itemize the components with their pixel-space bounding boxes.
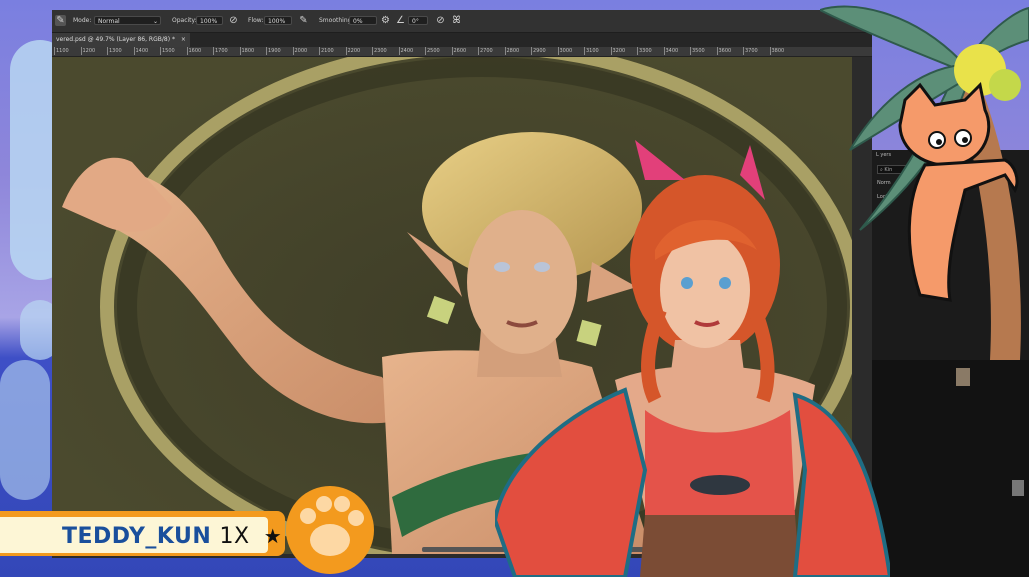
ruler-tick-label: 3500 <box>690 47 705 55</box>
options-bar: ✎ Mode: Normal ⌄ Opacity: 100% ⊘ Flow: 1… <box>52 10 872 33</box>
ruler-tick-label: 1300 <box>107 47 122 55</box>
ruler-tick-label: 3600 <box>716 47 732 55</box>
ruler-tick-label: 2200 <box>345 47 361 55</box>
vtuber-avatar-overlay <box>495 140 890 577</box>
ruler-tick-label: 3400 <box>663 47 679 55</box>
pressure-opacity-icon[interactable]: ⊘ <box>228 15 239 26</box>
alert-username: TEDDY_KUN <box>62 524 212 549</box>
layer-thumbnail[interactable] <box>1012 480 1024 496</box>
angle-value: 0° <box>412 18 419 25</box>
flow-field[interactable]: 100% <box>264 16 292 25</box>
close-icon[interactable]: × <box>181 36 186 43</box>
ruler-tick-label: 3700 <box>743 47 758 55</box>
ruler-tick-label: 1900 <box>266 47 281 55</box>
layers-list[interactable] <box>872 360 1029 577</box>
ruler-tick-label: 3200 <box>610 47 626 55</box>
smoothing-gear-icon[interactable]: ⚙ <box>380 15 391 26</box>
flow-label: Flow: <box>248 17 264 24</box>
smoothing-value: 0% <box>353 18 363 25</box>
ruler-tick-label: 3800 <box>769 47 785 55</box>
ruler-tick-label: 1400 <box>133 47 149 55</box>
cat-mascot-overlay <box>898 81 1019 302</box>
opacity-field[interactable]: 100% <box>196 16 223 25</box>
alert-text: TEDDY_KUN 1X ★ <box>62 521 282 551</box>
ruler-tick-label: 2000 <box>292 47 308 55</box>
paw-icon <box>286 486 374 574</box>
mode-select[interactable]: Normal ⌄ <box>94 16 161 25</box>
ruler-tick-label: 2700 <box>478 47 493 55</box>
airbrush-icon[interactable]: ✎ <box>298 15 309 26</box>
smoothing-field[interactable]: 0% <box>349 16 377 25</box>
ruler-tick-label: 2600 <box>451 47 467 55</box>
symmetry-butterfly-icon[interactable]: ꕤ <box>451 15 462 26</box>
ruler-tick-label: 1100 <box>54 47 69 55</box>
document-tab-row: vered.psd @ 49.7% (Layer 86, RGB/8) * × <box>52 33 872 47</box>
opacity-label: Opacity: <box>172 17 197 24</box>
ruler-tick-label: 3300 <box>637 47 652 55</box>
ruler-tick-label: 2900 <box>531 47 546 55</box>
ruler-tick-label: 2300 <box>372 47 387 55</box>
angle-icon: ∠ <box>396 15 405 26</box>
opacity-value: 100% <box>200 18 218 25</box>
pressure-size-icon[interactable]: ⊘ <box>435 15 446 26</box>
document-tab-label: vered.psd @ 49.7% (Layer 86, RGB/8) * <box>56 36 175 43</box>
ruler-tick-label: 1200 <box>80 47 96 55</box>
mode-label: Mode: <box>73 17 92 24</box>
alert-multiplier: 1X <box>219 524 250 549</box>
document-tab[interactable]: vered.psd @ 49.7% (Layer 86, RGB/8) * × <box>52 33 190 47</box>
ruler-tick-label: 3000 <box>557 47 573 55</box>
ruler-tick-label: 2500 <box>425 47 440 55</box>
mode-value: Normal <box>98 18 120 25</box>
ruler-tick-label: 2400 <box>398 47 414 55</box>
flow-value: 100% <box>268 18 286 25</box>
ruler-tick-label: 1600 <box>186 47 202 55</box>
ruler-tick-label: 1700 <box>213 47 228 55</box>
ruler-tick-label: 1800 <box>239 47 255 55</box>
chevron-down-icon: ⌄ <box>152 18 158 25</box>
angle-field[interactable]: 0° <box>408 16 428 25</box>
ruler-tick-label: 2800 <box>504 47 520 55</box>
ruler-tick-label: 3100 <box>584 47 599 55</box>
ruler-tick-label: 1500 <box>160 47 175 55</box>
layer-thumbnail[interactable] <box>956 368 970 386</box>
ruler-tick-label: 2100 <box>319 47 334 55</box>
brush-preset-icon[interactable]: ✎ <box>55 15 66 26</box>
horizontal-ruler: 1100 1200 1300 1400 1500 1600 1700 1800 1900 2000… <box>52 47 872 57</box>
